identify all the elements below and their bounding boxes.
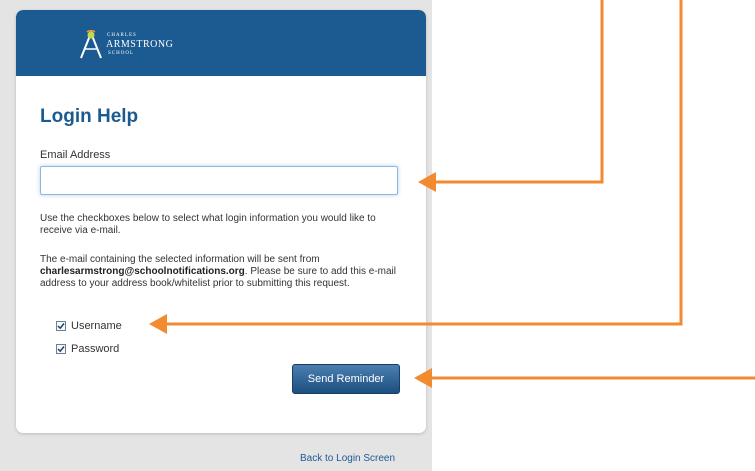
logo-top-text: CHARLES bbox=[107, 33, 137, 38]
username-option[interactable]: Username bbox=[56, 319, 122, 333]
instructions-text: Use the checkboxes below to select what … bbox=[40, 213, 376, 236]
password-checkbox[interactable] bbox=[56, 344, 66, 354]
username-option-label: Username bbox=[71, 320, 122, 332]
back-to-login-link[interactable]: Back to Login Screen bbox=[300, 453, 395, 464]
page-title: Login Help bbox=[40, 106, 139, 127]
checkmark-icon bbox=[57, 323, 65, 330]
email-label: Email Address bbox=[40, 149, 111, 161]
arrow-to-email-field-icon bbox=[430, 0, 604, 184]
logo-main-text: ARMSTRONG bbox=[106, 39, 174, 50]
sender-email-text: charlesarmstrong@schoolnotifications.org bbox=[40, 266, 245, 277]
password-option-label: Password bbox=[71, 343, 120, 355]
school-logo: CHARLES ARMSTRONG SCHOOL bbox=[78, 30, 188, 60]
email-field[interactable] bbox=[40, 166, 398, 195]
send-reminder-button[interactable]: Send Reminder bbox=[292, 364, 400, 394]
notice-before-text: The e-mail containing the selected infor… bbox=[40, 254, 320, 265]
card-header: CHARLES ARMSTRONG SCHOOL bbox=[16, 10, 426, 76]
password-option[interactable]: Password bbox=[56, 342, 119, 356]
school-logo-mark-icon bbox=[80, 30, 102, 59]
email-notice-text: The e-mail containing the selected infor… bbox=[40, 254, 406, 290]
username-checkbox[interactable] bbox=[56, 321, 66, 331]
login-help-card: CHARLES ARMSTRONG SCHOOL Login Help Emai… bbox=[16, 10, 426, 433]
checkmark-icon bbox=[57, 346, 65, 353]
logo-bottom-text: SCHOOL bbox=[108, 51, 135, 56]
